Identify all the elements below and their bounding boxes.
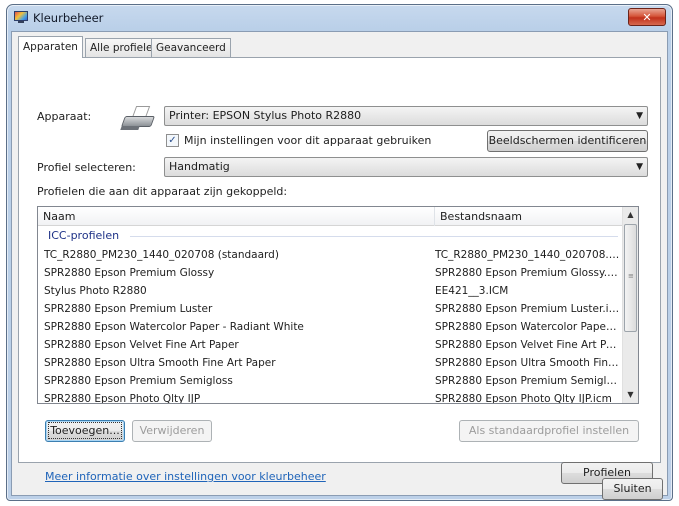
scrollbar-thumb[interactable]: ≡ [624,224,637,332]
close-window-button[interactable]: ✕ [628,8,666,26]
list-item[interactable]: SPR2880 Epson Watercolor Paper - Radiant… [38,318,623,336]
use-my-settings-label[interactable]: Mijn instellingen voor dit apparaat gebr… [184,134,431,147]
device-dropdown[interactable]: Printer: EPSON Stylus Photo R2880 ▼ [164,106,648,126]
chevron-down-icon: ▼ [636,111,643,121]
tab-apparaten[interactable]: Apparaten [18,36,83,58]
profile-file: EE421__3.ICM [435,285,509,297]
close-dialog-button[interactable]: Sluiten [602,478,663,500]
group-divider [130,236,618,237]
list-item[interactable]: SPR2880 Epson Premium Semigloss SPR2880 … [38,372,623,390]
list-item[interactable]: SPR2880 Epson Ultra Smooth Fine Art Pape… [38,354,623,372]
profile-name: SPR2880 Epson Ultra Smooth Fine Art Pape… [44,357,276,369]
more-info-link[interactable]: Meer informatie over instellingen voor k… [45,470,326,483]
list-item[interactable]: Stylus Photo R2880 EE421__3.ICM [38,282,623,300]
color-management-window: Kleurbeheer ✕ Apparaten Alle profielen G… [6,4,673,501]
profile-file: SPR2880 Epson Premium Luster.icm [435,303,620,315]
window-title: Kleurbeheer [33,11,104,25]
profile-name: SPR2880 Epson Premium Glossy [44,267,215,279]
profile-select-value: Handmatig [169,160,230,173]
close-dialog-label: Sluiten [613,482,652,495]
dialog-client-area: Apparaten Alle profielen Geavanceerd App… [11,31,668,500]
profile-select-dropdown[interactable]: Handmatig ▼ [164,157,648,177]
profile-name: SPR2880 Epson Watercolor Paper - Radiant… [44,321,304,333]
profile-file: SPR2880 Epson Photo Qlty IJP.icm [435,393,612,404]
scroll-up-arrow-icon[interactable]: ▲ [623,207,638,223]
profiles-list-caption: Profielen die aan dit apparaat zijn geko… [37,185,288,198]
list-header: Naam Bestandsnaam [38,207,623,226]
list-item[interactable]: TC_R2880_PM230_1440_020708 (standaard) T… [38,246,623,264]
profile-file: SPR2880 Epson Premium Semigloss.i... [435,375,620,387]
profile-name: TC_R2880_PM230_1440_020708 (standaard) [44,249,279,261]
checkmark-icon: ✓ [168,135,177,146]
set-default-profile-label: Als standaardprofiel instellen [468,424,630,437]
column-header-name[interactable]: Naam [38,207,434,226]
identify-displays-button[interactable]: Beeldschermen identificeren [487,130,648,152]
group-label: ICC-profielen [48,229,120,242]
list-item[interactable]: SPR2880 Epson Premium Glossy SPR2880 Eps… [38,264,623,282]
set-default-profile-button[interactable]: Als standaardprofiel instellen [459,420,639,442]
list-vertical-scrollbar[interactable]: ▲ ≡ ▼ [622,207,638,403]
list-item[interactable]: SPR2880 Epson Photo Qlty IJP SPR2880 Eps… [38,390,623,404]
remove-profile-label: Verwijderen [139,424,205,437]
column-header-filename[interactable]: Bestandsnaam [434,207,623,226]
list-item[interactable]: SPR2880 Epson Velvet Fine Art Paper SPR2… [38,336,623,354]
tab-panel-apparaten: Apparaat: Printer: EPSON Stylus Photo R2… [18,57,661,484]
tab-geavanceerd[interactable]: Geavanceerd [151,38,231,57]
profile-name: Stylus Photo R2880 [44,285,147,297]
grip-icon: ≡ [628,272,634,280]
profile-file: SPR2880 Epson Premium Glossy.icm [435,267,620,279]
profile-name: SPR2880 Epson Premium Semigloss [44,375,233,387]
list-item[interactable]: SPR2880 Epson Premium Luster SPR2880 Eps… [38,300,623,318]
device-label: Apparaat: [37,110,92,123]
profile-select-label: Profiel selecteren: [37,161,136,174]
close-icon: ✕ [642,10,652,24]
profile-file: SPR2880 Epson Velvet Fine Art Paper.... [435,339,620,351]
chevron-down-icon: ▼ [636,162,643,172]
profile-name: SPR2880 Epson Velvet Fine Art Paper [44,339,239,351]
printer-icon [120,104,156,132]
add-profile-label: Toevoegen... [48,422,122,439]
profile-name: SPR2880 Epson Photo Qlty IJP [44,393,201,404]
profile-file: SPR2880 Epson Watercolor Paper - R... [435,321,620,333]
title-bar[interactable]: Kleurbeheer ✕ [7,5,672,31]
color-management-app-icon [14,11,28,23]
group-header-icc-profiles: ICC-profielen [48,227,618,245]
profile-file: SPR2880 Epson Ultra Smooth Fine Ar... [435,357,620,369]
use-my-settings-checkbox[interactable]: ✓ [166,134,179,147]
profile-name: SPR2880 Epson Premium Luster [44,303,213,315]
scroll-down-arrow-icon[interactable]: ▼ [623,387,638,403]
profiles-list[interactable]: Naam Bestandsnaam ICC-profielen TC_R2880… [37,206,639,404]
device-selected-value: Printer: EPSON Stylus Photo R2880 [169,109,362,122]
add-profile-button[interactable]: Toevoegen... [45,420,125,442]
identify-displays-label: Beeldschermen identificeren [488,134,647,147]
profile-file: TC_R2880_PM230_1440_020708.icc [435,249,620,261]
remove-profile-button[interactable]: Verwijderen [132,420,212,442]
